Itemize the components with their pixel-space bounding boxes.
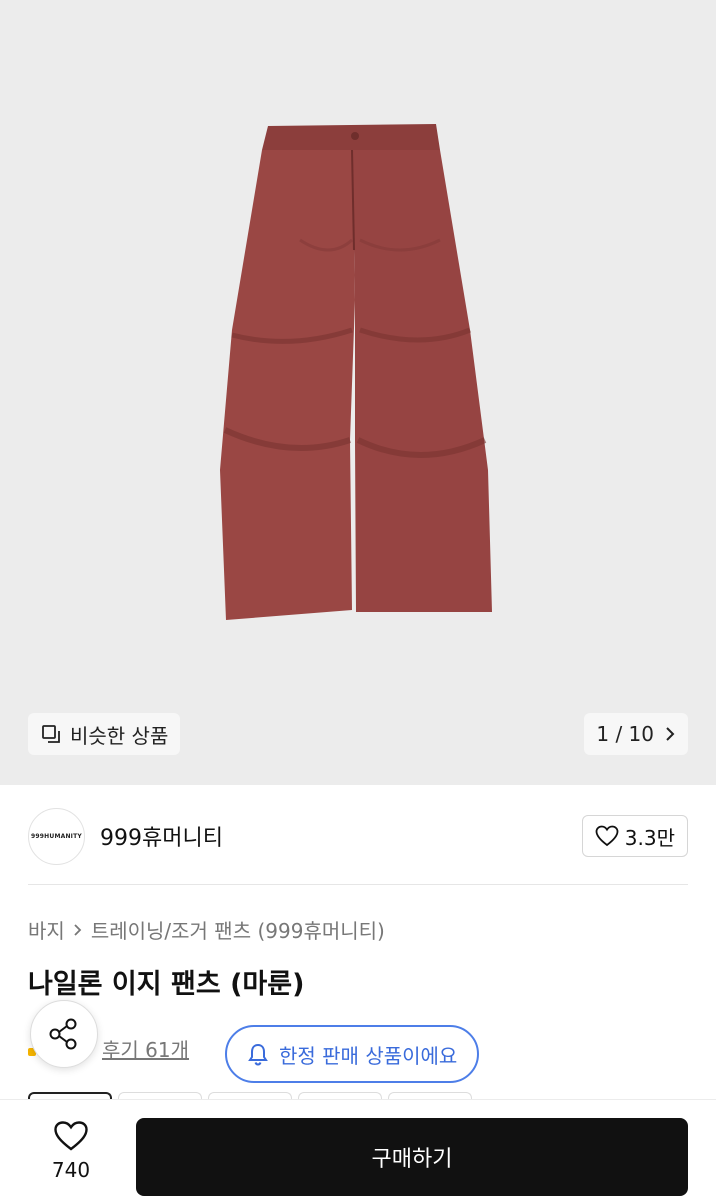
image-counter: 1 / 10 [596,722,654,746]
breadcrumb: 바지 트레이닝/조거 팬츠 (999휴머니티) [28,915,385,944]
wishlist-button[interactable]: 740 [40,1120,102,1190]
share-icon [49,1018,77,1050]
heart-icon [54,1121,88,1151]
bell-icon [248,1043,268,1066]
image-counter-button[interactable]: 1 / 10 [584,713,688,755]
share-button[interactable] [30,1000,98,1068]
chevron-right-icon [74,923,82,936]
divider [28,884,688,885]
shop-like-count: 3.3만 [624,825,675,850]
product-image [0,0,716,785]
shop-like-button[interactable]: 3.3만 [581,815,688,857]
similar-products-label: 비슷한 상품 [70,723,169,748]
shop-row[interactable]: 999HUMANITY 999휴머니티 3.3만 [28,806,688,866]
product-image-area[interactable]: 비슷한 상품 1 / 10 [0,0,716,785]
heart-icon [595,825,619,847]
shop-name[interactable]: 999휴머니티 [100,820,223,852]
chevron-right-icon [666,727,675,741]
limited-sale-label: 한정 판매 상품이에요 [279,1043,458,1068]
similar-products-button[interactable]: 비슷한 상품 [28,713,181,755]
shop-avatar[interactable]: 999HUMANITY [28,807,85,865]
limited-sale-badge: 한정 판매 상품이에요 [225,1025,480,1083]
breadcrumb-item-category[interactable]: 바지 [28,915,65,944]
product-title: 나일론 이지 팬츠 (마룬) [28,969,305,1000]
wishlist-count: 740 [51,1158,91,1182]
buy-button[interactable]: 구매하기 [136,1118,688,1196]
reviews-link[interactable]: 후기 61개 [102,1034,189,1063]
shop-logo-text: 999HUMANITY [31,832,82,840]
breadcrumb-item-subcategory[interactable]: 트레이닝/조거 팬츠 (999휴머니티) [91,915,385,944]
copy-icon [42,725,60,743]
